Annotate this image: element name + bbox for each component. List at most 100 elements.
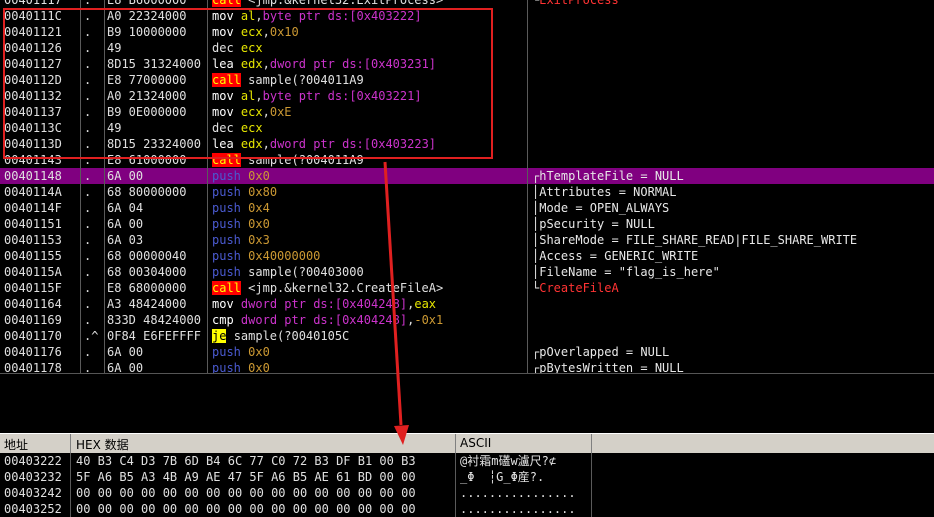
operands: 0x0 [248, 217, 270, 231]
flow-marker: . [84, 169, 92, 183]
disasm-row[interactable]: 00401170 .^ 0F84 E6FEFFFF je sample(?004010… [0, 328, 934, 344]
dump-row[interactable]: 00403252 00 00 00 00 00 00 00 00 00 00 00… [0, 501, 934, 517]
dump-header-hex[interactable]: HEX 数据 [76, 436, 129, 453]
mnemonic: push [212, 185, 241, 199]
mnemonic: push [212, 265, 241, 279]
disasm-row[interactable]: 00401117. E8 B6000000 call <jmp.&kernel32.… [0, 0, 934, 8]
instruction-address: 0040114F [4, 201, 62, 215]
instruction-address: 00401155 [4, 249, 62, 263]
disasm-row[interactable]: 0040114F. 6A 04 push 0x4 │Mode = OPEN_ALWAY… [0, 200, 934, 216]
comment-text: ShareMode = FILE_SHARE_READ|FILE_SHARE_W… [539, 233, 858, 247]
comment-text: pSecurity = NULL [539, 217, 655, 231]
mnemonic: push [212, 249, 241, 263]
memory-dump-pane[interactable]: 00403222 40 B3 C4 D3 7B 6D B4 6C 77 C0 72… [0, 453, 934, 517]
instruction-address: 00401169 [4, 313, 62, 327]
instruction-text: push 0x3 [212, 233, 270, 247]
instruction-bytes: 6A 00 [107, 361, 144, 373]
operands: 0x80 [248, 185, 278, 199]
operands: 0x40000000 [248, 249, 321, 263]
instruction-address: 00401176 [4, 345, 62, 359]
disasm-row[interactable]: 00401176. 6A 00 push 0x0 ┌pOverlapped = NUL… [0, 344, 934, 360]
flow-marker: . [84, 217, 92, 231]
instruction-address: 00401151 [4, 217, 62, 231]
operands: 0x0 [248, 361, 270, 373]
instruction-bytes: 6A 00 [107, 217, 144, 231]
instruction-text: mov dword ptr ds:[0x404248],eax [212, 297, 436, 311]
comment-text: FileName = "flag_is_here" [539, 265, 720, 279]
instruction-bytes: 0F84 E6FEFFFF [107, 329, 201, 343]
comment-text: hTemplateFile = NULL [539, 169, 684, 183]
comment-text: Mode = OPEN_ALWAYS [539, 201, 670, 215]
highlight-box [3, 8, 493, 159]
flow-marker: . [84, 361, 92, 373]
dump-address: 00403232 [4, 470, 62, 484]
flow-marker: . [84, 233, 92, 247]
disasm-row[interactable]: 00401155. 68 00000040 push 0x40000000 │Acce… [0, 248, 934, 264]
instruction-bytes: E8 B6000000 [107, 0, 187, 7]
instruction-bytes: 6A 03 [107, 233, 144, 247]
dump-address: 00403252 [4, 502, 62, 516]
disasm-row[interactable]: 00401151. 6A 00 push 0x0 │pSecurity = NULL [0, 216, 934, 232]
dump-hex-bytes: 40 B3 C4 D3 7B 6D B4 6C 77 C0 72 B3 DF B… [76, 454, 416, 468]
operands: 0x3 [248, 233, 270, 247]
operands: 0x4 [248, 201, 270, 215]
disasm-row[interactable]: 0040115A. 68 00304000 push sample(?0040300… [0, 264, 934, 280]
operands: 0x0 [248, 345, 270, 359]
instruction-bytes: 68 80000000 [107, 185, 187, 199]
comment-text: ExitProcess [539, 0, 619, 7]
argument-comment: │Mode = OPEN_ALWAYS [532, 201, 670, 215]
disasm-row[interactable]: 00401164. A3 48424000 mov dword ptr ds:[0x… [0, 296, 934, 312]
dump-row[interactable]: 00403232 5F A6 B5 A3 4B A9 AE 47 5F A6 B5… [0, 469, 934, 485]
mnemonic: push [212, 345, 241, 359]
mnemonic: je [212, 329, 227, 343]
flow-marker: . [84, 249, 92, 263]
instruction-bytes: E8 68000000 [107, 281, 187, 295]
disasm-row[interactable]: 0040114A. 68 80000000 push 0x80 │Attributes… [0, 184, 934, 200]
comment-text: Attributes = NORMAL [539, 185, 677, 199]
instruction-bytes: 6A 00 [107, 169, 144, 183]
disasm-row-selected[interactable]: 00401148. 6A 00 push 0x0 ┌hTemplateFile = N… [0, 168, 934, 184]
mnemonic: call [212, 281, 241, 295]
instruction-text: push 0x40000000 [212, 249, 320, 263]
pane-splitter[interactable] [0, 373, 934, 434]
instruction-address: 0040115F [4, 281, 62, 295]
instruction-address: 00401153 [4, 233, 62, 247]
dump-hex-bytes: 00 00 00 00 00 00 00 00 00 00 00 00 00 0… [76, 486, 416, 500]
disassembly-pane[interactable]: 00401117. E8 B6000000 call <jmp.&kernel32.… [0, 0, 934, 373]
instruction-bytes: A3 48424000 [107, 297, 187, 311]
flow-marker: . [84, 313, 92, 327]
flow-marker: . [84, 345, 92, 359]
dump-header-ascii[interactable]: ASCII [460, 436, 491, 450]
mnemonic: push [212, 217, 241, 231]
instruction-text: push 0x0 [212, 169, 270, 183]
disasm-row[interactable]: 0040115F. E8 68000000 call <jmp.&kernel32.… [0, 280, 934, 296]
operands: sample(?00403000 [248, 265, 364, 279]
operands: <jmp.&kernel32.ExitProcess> [248, 0, 444, 7]
dump-header: 地址 HEX 数据 ASCII [0, 433, 934, 454]
disasm-row[interactable]: 00401169. 833D 48424000 cmp dword ptr ds:[… [0, 312, 934, 328]
comment-text: Access = GENERIC_WRITE [539, 249, 699, 263]
operands: dword ptr ds:[0x404248],eax [240, 297, 437, 311]
argument-comment: ┌hTemplateFile = NULL [532, 169, 684, 183]
dump-header-address[interactable]: 地址 [4, 436, 28, 453]
mnemonic: push [212, 361, 241, 373]
flow-marker: . [84, 281, 92, 295]
disasm-row[interactable]: 00401153. 6A 03 push 0x3 │ShareMode = FILE_… [0, 232, 934, 248]
dump-ascii: ................ [460, 502, 576, 516]
flow-marker: .^ [84, 329, 99, 343]
argument-comment: ┌pOverlapped = NULL [532, 345, 670, 359]
instruction-address: 00401164 [4, 297, 62, 311]
operands: <jmp.&kernel32.CreateFileA> [248, 281, 444, 295]
disasm-row[interactable]: 00401178. 6A 00 push 0x0 ┌pBytesWritten = N… [0, 360, 934, 373]
flow-marker: . [84, 265, 92, 279]
dump-row[interactable]: 00403222 40 B3 C4 D3 7B 6D B4 6C 77 C0 72… [0, 453, 934, 469]
argument-comment: │FileName = "flag_is_here" [532, 265, 720, 279]
dump-address: 00403242 [4, 486, 62, 500]
instruction-text: call <jmp.&kernel32.ExitProcess> [212, 0, 443, 7]
dump-hex-bytes: 5F A6 B5 A3 4B A9 AE 47 5F A6 B5 AE 61 B… [76, 470, 416, 484]
flow-marker: . [84, 201, 92, 215]
instruction-address: 00401178 [4, 361, 62, 373]
dump-row[interactable]: 00403242 00 00 00 00 00 00 00 00 00 00 00… [0, 485, 934, 501]
instruction-text: call <jmp.&kernel32.CreateFileA> [212, 281, 443, 295]
instruction-text: push 0x4 [212, 201, 270, 215]
